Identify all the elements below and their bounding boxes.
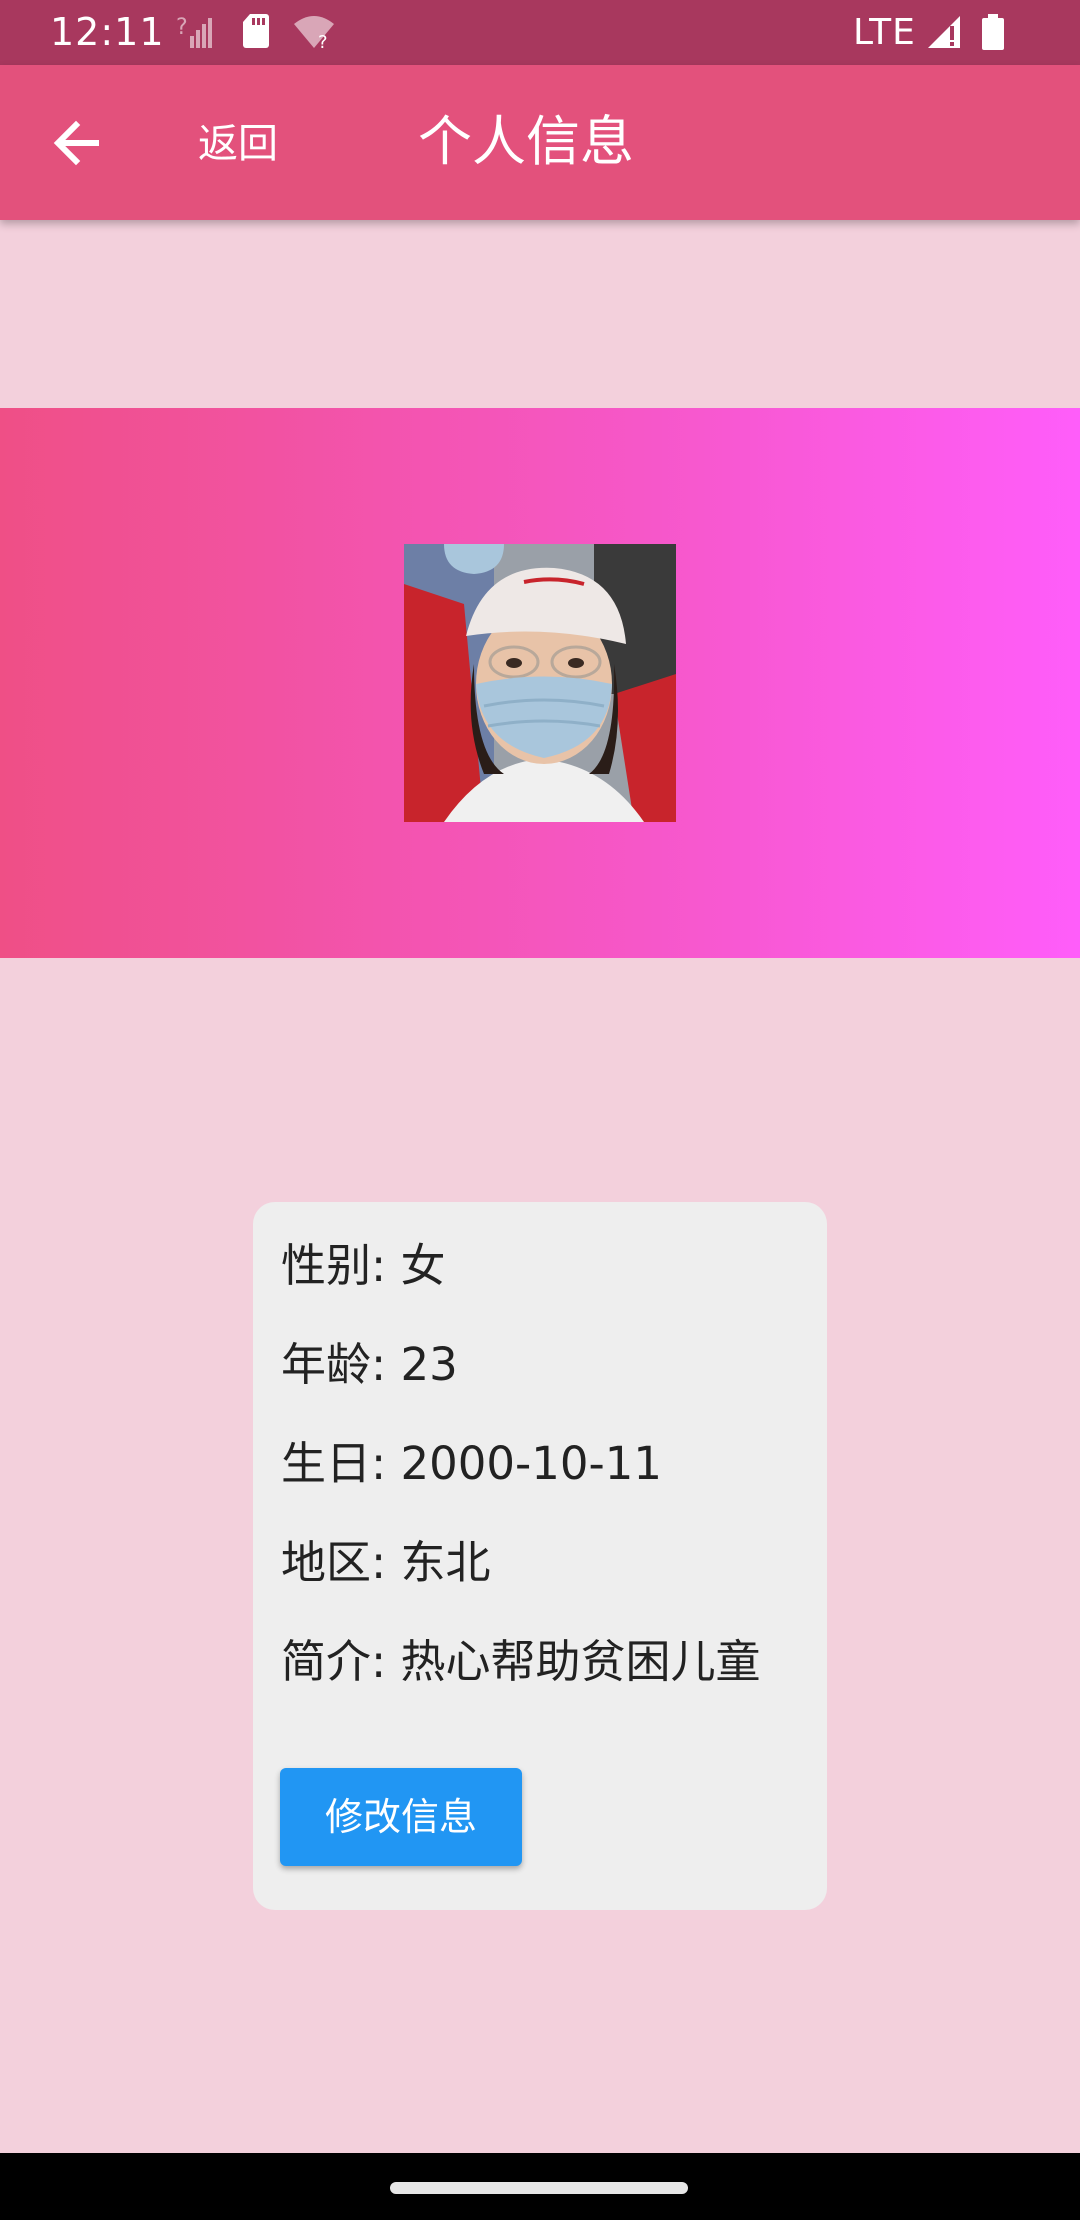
intro-text: 简介: 热心帮助贫困儿童	[281, 1635, 761, 1688]
birthday-text: 生日: 2000-10-11	[281, 1437, 662, 1490]
signal-question-icon: ?	[176, 14, 214, 54]
battery-icon	[980, 14, 1006, 54]
sd-card-icon	[242, 14, 270, 52]
home-gesture-handle[interactable]	[390, 2182, 688, 2194]
system-nav-bar	[0, 2153, 1080, 2220]
wifi-question-icon: ?	[292, 14, 338, 54]
region-text: 地区: 东北	[281, 1536, 491, 1589]
network-type: LTE	[853, 12, 916, 53]
svg-text:?: ?	[176, 15, 188, 40]
back-button[interactable]: 返回	[198, 117, 278, 171]
profile-banner	[0, 408, 1080, 958]
status-bar: 12:11 ? ? LTE	[0, 0, 1080, 65]
edit-info-button[interactable]: 修改信息	[280, 1768, 522, 1866]
gender-text: 性别: 女	[281, 1239, 446, 1292]
svg-text:?: ?	[318, 32, 328, 50]
cell-signal-icon	[926, 14, 966, 54]
info-card: 性别: 女 年龄: 23 生日: 2000-10-11 地区: 东北 简介: 热…	[253, 1202, 827, 1910]
avatar	[404, 544, 676, 822]
page-title: 个人信息	[418, 110, 634, 173]
app-bar: 返回 个人信息	[0, 65, 1080, 220]
arrow-left-icon[interactable]	[48, 115, 104, 171]
age-text: 年龄: 23	[281, 1338, 458, 1391]
status-time: 12:11	[50, 10, 165, 54]
